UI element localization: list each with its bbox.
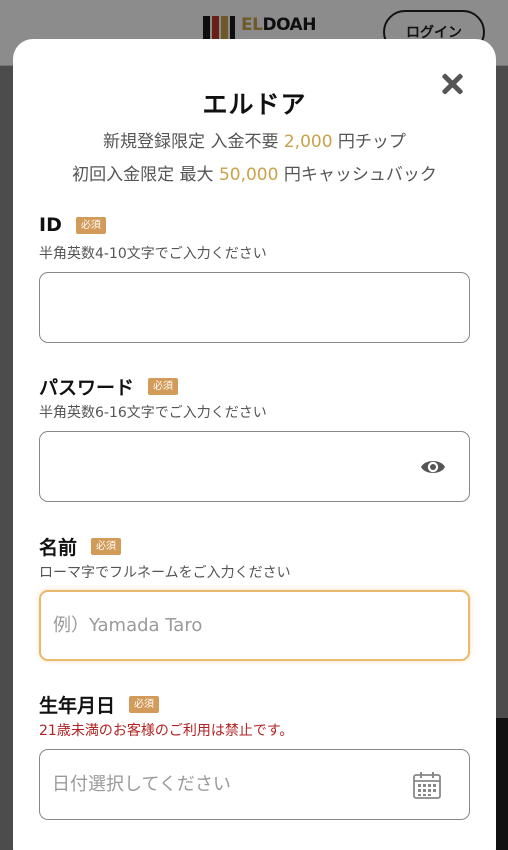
required-badge: 必須 [75,216,106,234]
password-input[interactable] [40,432,469,501]
name-hint: ローマ字でフルネームをご入力ください [39,565,291,581]
calendar-icon[interactable] [412,770,442,800]
promo-cashback-prefix: 初回入金限定 最大 [72,165,219,185]
promo-no-deposit-suffix: 円チップ [332,132,406,152]
promo-cashback-suffix: 円キャッシュバック [278,165,437,185]
id-input[interactable] [40,273,469,342]
background-edge [496,718,508,850]
promo-no-deposit-prefix: 新規登録限定 入金不要 [103,132,284,152]
birthdate-warning: 21歳未満のお客様のご利用は禁止です。 [39,723,294,739]
required-badge: 必須 [129,696,160,713]
promo-cashback-amount: 50,000 [218,165,279,185]
id-field[interactable] [39,272,470,343]
modal-title: エルドア [202,90,307,119]
name-field[interactable] [39,590,470,661]
promo-cashback: 初回入金限定 最大 50,000 円キャッシュバック [13,160,496,185]
password-label: パスワード 必須 [39,373,179,400]
required-badge: 必須 [148,378,179,395]
id-label: ID 必須 [39,214,106,236]
required-badge: 必須 [91,538,122,555]
name-label-text: 名前 [39,537,78,559]
password-hint: 半角英数6-16文字でご入力ください [39,405,267,421]
name-input[interactable] [41,592,468,659]
signup-modal: エルドア 新規登録限定 入金不要 2,000 円チップ 初回入金限定 最大 50… [13,39,496,850]
birthdate-label: 生年月日 必須 [39,691,160,718]
birthdate-input[interactable] [40,750,469,819]
promo-no-deposit-amount: 2,000 [283,132,333,152]
id-hint: 半角英数4-10文字でご入力ください [39,246,267,262]
name-label: 名前 必須 [39,533,122,560]
eye-icon[interactable] [420,456,446,478]
birthdate-field[interactable] [39,749,470,820]
birthdate-label-text: 生年月日 [39,695,116,717]
password-field[interactable] [39,431,470,502]
id-label-text: ID [39,214,62,236]
password-label-text: パスワード [39,377,135,399]
promo-no-deposit: 新規登録限定 入金不要 2,000 円チップ [13,127,496,152]
